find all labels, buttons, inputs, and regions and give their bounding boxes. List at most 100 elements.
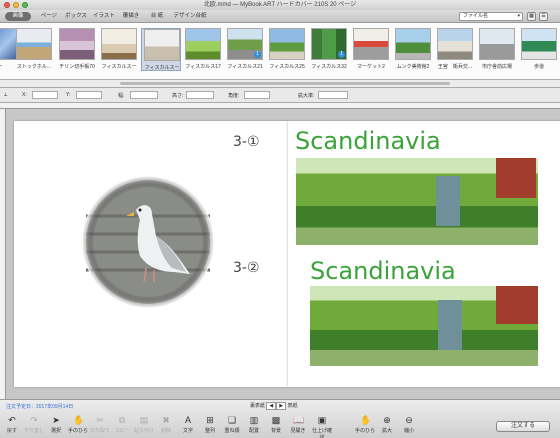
background-icon: ▩ bbox=[271, 415, 281, 425]
strip-scrollbar[interactable] bbox=[0, 80, 560, 88]
thumb-image bbox=[521, 28, 557, 60]
tool-label: 整列 bbox=[204, 428, 215, 434]
thumb-label: フィスカルス25 bbox=[269, 64, 305, 70]
height-field[interactable] bbox=[186, 91, 214, 99]
thumb-label: 王宮 衛兵交... bbox=[437, 64, 473, 70]
arrange-button[interactable]: ▥ 配置 bbox=[244, 415, 264, 437]
cut-button[interactable]: ✂ 切り取り bbox=[90, 415, 110, 437]
tab-page[interactable]: ページ bbox=[38, 12, 60, 21]
right-page[interactable]: 3-① Scandinavia 3-② Scandinavia bbox=[233, 121, 560, 387]
thumbnail[interactable]: フィスカルス17 bbox=[183, 28, 223, 71]
thumb-image bbox=[101, 28, 137, 60]
order-button-main[interactable]: 注文する bbox=[496, 421, 550, 432]
thumbnail-selected[interactable]: フィスカルスー bbox=[141, 28, 181, 71]
zoom-in-button[interactable]: ⊕ 拡大 bbox=[377, 415, 397, 437]
preview-button[interactable]: ▣ 仕上げ確認 bbox=[310, 415, 334, 438]
bottom-toolbar: 注文予定日：2017年09月14日 裏表紙 ◀ ▶ 表紙 ↶ 戻す ↷ やり直し ➤ 選… bbox=[0, 399, 560, 438]
image-strip: ー ストックホル... チリン切手帳70 フィスカルスー フィスカルスー フィス… bbox=[0, 23, 560, 80]
thumb-label: チリン切手帳70 bbox=[59, 64, 95, 70]
thumbnail[interactable]: チリン切手帳70 bbox=[57, 28, 97, 71]
thumbnail[interactable]: フィスカルスー bbox=[99, 28, 139, 71]
forest-photo[interactable] bbox=[296, 158, 538, 245]
thumbnail[interactable]: 市庁舎前広場 bbox=[477, 28, 517, 71]
select-button[interactable]: ➤ 選択 bbox=[46, 415, 66, 437]
thumb-image: 1 bbox=[227, 28, 263, 60]
count-badge: 1 bbox=[254, 51, 261, 58]
close-icon[interactable] bbox=[4, 2, 10, 8]
thumb-label: 市庁舎前広場 bbox=[481, 64, 512, 70]
house-shape bbox=[496, 158, 536, 198]
prev-page-icon[interactable]: ◀ bbox=[266, 402, 277, 410]
paste-button[interactable]: ▤ 貼り付け bbox=[134, 415, 154, 437]
background-button[interactable]: ▩ 背景 bbox=[266, 415, 286, 437]
thumb-label: フィスカルス21 bbox=[227, 64, 263, 70]
back-cover-label[interactable]: 裏表紙 bbox=[250, 403, 265, 409]
order-button[interactable]: ❏ 重ね順 bbox=[222, 415, 242, 437]
seagull-photo[interactable] bbox=[82, 176, 214, 308]
thumb-image bbox=[185, 28, 221, 60]
redo-button[interactable]: ↷ やり直し bbox=[24, 415, 44, 437]
tab-illust[interactable]: イラスト bbox=[92, 12, 116, 21]
angle-label: 角度: bbox=[228, 93, 240, 99]
shed-shape bbox=[436, 176, 460, 226]
scissors-icon: ✂ bbox=[96, 415, 104, 425]
align-icon[interactable]: ⟂ bbox=[4, 92, 7, 98]
align-button[interactable]: ⊞ 整列 bbox=[200, 415, 220, 437]
grid-view-icon[interactable]: ▦ bbox=[527, 12, 536, 21]
hand-icon: ✋ bbox=[73, 415, 85, 425]
zoom-label: 拡大率: bbox=[298, 93, 315, 99]
width-field[interactable] bbox=[130, 91, 158, 99]
forest-photo[interactable] bbox=[310, 286, 538, 366]
width-label: 幅: bbox=[118, 93, 125, 99]
zoom-field[interactable] bbox=[318, 91, 348, 99]
arrange-icon: ▥ bbox=[249, 415, 259, 425]
redo-icon: ↷ bbox=[30, 415, 38, 425]
sort-select[interactable]: ファイル名 ▾ bbox=[459, 12, 523, 21]
count-badge: 1 bbox=[338, 51, 345, 58]
thumbnail[interactable]: 1 フィスカルス21 bbox=[225, 28, 265, 71]
zoom-icon[interactable] bbox=[22, 2, 28, 8]
undo-button[interactable]: ↶ 戻す bbox=[2, 415, 22, 437]
tab-mount[interactable]: 台 紙 bbox=[146, 12, 168, 21]
tab-box[interactable]: ボックス bbox=[64, 12, 88, 21]
tab-overlay[interactable]: 覆描き bbox=[120, 12, 142, 21]
list-view-icon[interactable]: ☰ bbox=[539, 12, 548, 21]
thumb-label: 歩道 bbox=[533, 64, 544, 70]
angle-field[interactable] bbox=[244, 91, 270, 99]
top-tab-bar: 画像 ページ ボックス イラスト 覆描き 台 紙 デザイン台紙 ファイル名 ▾ ▦… bbox=[0, 10, 560, 23]
next-page-icon[interactable]: ▶ bbox=[276, 402, 287, 410]
pan-button[interactable]: ✋ 手のひら bbox=[355, 415, 375, 437]
hand-button[interactable]: ✋ 手のひら bbox=[68, 415, 88, 437]
zoom-out-button[interactable]: ⊖ 縮小 bbox=[399, 415, 419, 437]
tab-design-mount[interactable]: デザイン台紙 bbox=[172, 12, 208, 21]
thumb-image bbox=[144, 29, 180, 61]
tab-images[interactable]: 画像 bbox=[5, 12, 31, 21]
left-page[interactable] bbox=[14, 121, 288, 387]
thumb-label: ストックホル... bbox=[16, 64, 52, 70]
copy-button[interactable]: ⧉ コピー bbox=[112, 415, 132, 437]
shed-shape bbox=[438, 300, 462, 350]
thumb-image bbox=[16, 28, 52, 60]
arrow-cursor-icon: ➤ bbox=[52, 415, 60, 425]
front-cover-label[interactable]: 表紙 bbox=[288, 403, 298, 409]
thumbnail[interactable]: マーケット2 bbox=[351, 28, 391, 71]
x-field[interactable] bbox=[32, 91, 58, 99]
minimize-icon[interactable] bbox=[13, 2, 19, 8]
thumbnail[interactable]: 歩道 bbox=[519, 28, 559, 71]
scrollbar-knob[interactable] bbox=[120, 82, 450, 85]
sort-value: ファイル名 bbox=[463, 13, 489, 19]
thumbnail[interactable]: 王宮 衛兵交... bbox=[435, 28, 475, 71]
thumbnail[interactable]: ムンク美術館2 bbox=[393, 28, 433, 71]
thumbnail[interactable]: ストックホル... bbox=[14, 28, 54, 71]
text-button[interactable]: A 文字 bbox=[178, 415, 198, 437]
thumbnail[interactable]: フィスカルス25 bbox=[267, 28, 307, 71]
y-field[interactable] bbox=[76, 91, 102, 99]
window-title: 北欧.mmd — MyBook ART ハードカバー 210S 20 ページ bbox=[203, 2, 357, 8]
tool-label: 仕上げ確認 bbox=[311, 428, 332, 438]
thumbnail[interactable]: 1 フィスカルス32 bbox=[309, 28, 349, 71]
spread-button[interactable]: 📖 見開き bbox=[288, 415, 308, 437]
tool-label: 選択 bbox=[50, 428, 61, 434]
x-label: X: bbox=[22, 92, 27, 98]
tool-label: 重ね順 bbox=[224, 428, 240, 434]
delete-button[interactable]: ✖ 削除 bbox=[156, 415, 176, 437]
